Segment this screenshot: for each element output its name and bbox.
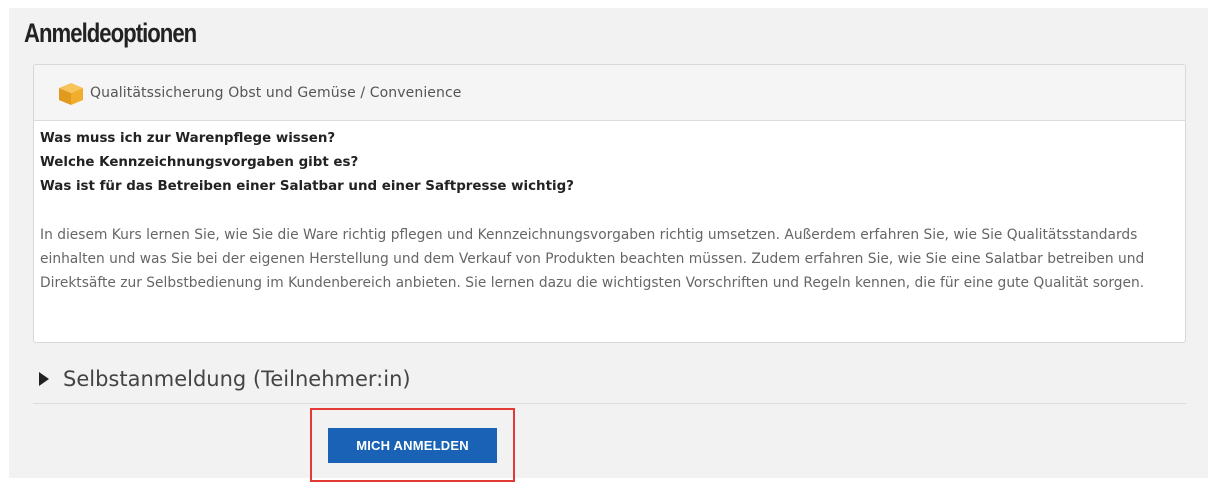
course-title: Qualitätssicherung Obst und Gemüse / Con… xyxy=(90,84,462,101)
enrol-me-button[interactable]: MICH ANMELDEN xyxy=(328,428,497,463)
divider xyxy=(33,403,1186,404)
course-summary: Was muss ich zur Warenpflege wissen? Wel… xyxy=(34,121,1185,295)
course-description: In diesem Kurs lernen Sie, wie Sie die W… xyxy=(40,227,1145,291)
box-icon xyxy=(56,80,86,106)
self-enrolment-label[interactable]: Selbstanmeldung (Teilnehmer:in) xyxy=(63,367,411,391)
course-card: Qualitätssicherung Obst und Gemüse / Con… xyxy=(33,64,1186,343)
course-question: Was ist für das Betreiben einer Salatbar… xyxy=(40,179,574,194)
page-title: Anmeldeoptionen xyxy=(24,18,197,48)
self-enrolment-toggle[interactable]: Selbstanmeldung (Teilnehmer:in) xyxy=(39,367,411,391)
course-card-header: Qualitätssicherung Obst und Gemüse / Con… xyxy=(34,65,1185,121)
course-question: Was muss ich zur Warenpflege wissen? xyxy=(40,131,336,146)
course-question: Welche Kennzeichnungsvorgaben gibt es? xyxy=(40,155,359,170)
triangle-right-icon[interactable] xyxy=(39,372,49,386)
